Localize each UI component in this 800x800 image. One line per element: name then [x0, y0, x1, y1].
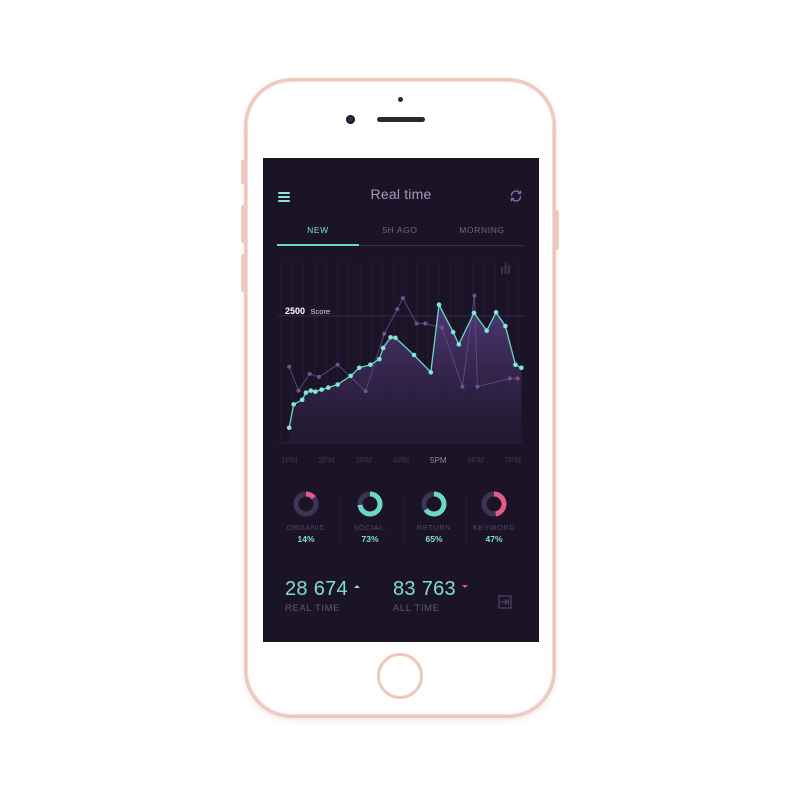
data-point-primary [335, 382, 340, 387]
donut-value: 47% [485, 534, 503, 544]
mute-switch [241, 160, 245, 184]
refresh-icon[interactable] [509, 189, 523, 203]
data-point-primary [319, 387, 324, 392]
data-point-primary [326, 385, 331, 390]
tab-5h-ago[interactable]: 5H AGO [359, 225, 441, 235]
stat-value: 83 763 [393, 578, 468, 601]
data-point-secondary [307, 371, 312, 376]
donut-label: ORGANIC [286, 523, 326, 532]
data-point-primary [303, 390, 309, 395]
earpiece-speaker [377, 117, 425, 122]
x-tick-label: 2PM [318, 456, 335, 465]
donut-chart [357, 491, 383, 517]
donut-keyword[interactable]: KEYWORD 47% [464, 484, 524, 554]
data-point-secondary [515, 376, 520, 381]
data-point-primary [456, 342, 462, 347]
donut-organic[interactable]: ORGANIC 14% [276, 484, 336, 554]
data-point-primary [428, 370, 434, 375]
data-point-primary [299, 397, 305, 403]
donut-label: RETURN [416, 523, 452, 532]
donut-label: SOCIAL. [353, 523, 387, 532]
data-point-primary [513, 362, 518, 368]
data-point-primary [411, 352, 417, 358]
donut-social[interactable]: SOCIAL. 73% [340, 484, 400, 554]
data-point-secondary [423, 321, 428, 326]
score-unit: Score [311, 307, 331, 316]
data-point-primary [286, 425, 292, 431]
stat-label: REAL TIME [285, 603, 341, 614]
stat-all-time: 83 763 ALL TIME [393, 578, 468, 614]
data-point-primary [503, 323, 508, 329]
data-point-secondary [317, 374, 321, 379]
front-camera [346, 115, 355, 124]
data-point-primary [348, 373, 353, 379]
x-tick-label: 6PM [467, 456, 484, 465]
data-point-primary [312, 389, 318, 394]
trend-down-icon [461, 585, 468, 589]
score-annotation: 2500 Score [285, 306, 330, 316]
data-point-secondary [440, 325, 444, 330]
data-point-secondary [507, 376, 512, 381]
donut-label: KEYWORD [472, 523, 516, 532]
data-point-primary [471, 310, 477, 316]
x-tick-label: 7PM [505, 456, 522, 465]
data-point-primary [393, 335, 398, 341]
data-point-primary [484, 328, 490, 333]
realtime-line-chart: 1PM 2PM 3PM 4PM 5PM 6PM 7PM 2500 Score [278, 260, 524, 465]
data-point-secondary [414, 321, 419, 326]
stats-footer: 28 674 REAL TIME 83 763 ALL TIME [263, 578, 539, 628]
score-value: 2500 [285, 306, 305, 316]
proximity-sensor [398, 97, 403, 102]
data-point-secondary [296, 388, 301, 393]
data-point-secondary [382, 331, 387, 336]
data-point-primary [380, 345, 386, 351]
time-tabs: NEW 5H AGO MORNING [277, 221, 523, 246]
trend-up-icon [353, 585, 360, 589]
data-point-secondary [395, 307, 400, 312]
x-tick-label: 4PM [393, 456, 410, 465]
x-tick-label: 3PM [356, 456, 373, 465]
home-button[interactable] [377, 653, 423, 699]
donut-value: 14% [297, 534, 315, 544]
data-point-primary [356, 365, 362, 371]
data-point-secondary [287, 364, 292, 369]
data-point-secondary [400, 296, 405, 301]
active-tab-indicator [277, 244, 359, 246]
donut-chart [293, 491, 319, 517]
donut-return[interactable]: RETURN 65% [404, 484, 464, 554]
donut-chart [421, 491, 447, 517]
data-point-primary [368, 362, 373, 368]
export-icon[interactable] [498, 595, 512, 609]
app-screen: Real time NEW 5H AGO MORNING 1PM 2PM 3PM 4P… [263, 158, 539, 642]
data-point-secondary [363, 389, 368, 394]
data-point-primary [377, 356, 382, 362]
data-point-primary [493, 310, 499, 315]
tab-new[interactable]: NEW [277, 225, 359, 235]
traffic-sources: ORGANIC 14% SOCIAL. 73% RETURN 65% KEYWO… [263, 484, 539, 554]
data-point-primary [308, 388, 314, 393]
data-point-primary [291, 402, 296, 407]
data-point-secondary [460, 384, 465, 389]
stat-value: 28 674 [285, 578, 360, 601]
bar-chart-icon[interactable] [501, 263, 510, 274]
donut-chart [481, 491, 507, 517]
donut-value: 65% [425, 534, 443, 544]
power-button [555, 210, 559, 250]
volume-down-button [241, 254, 245, 292]
volume-up-button [241, 205, 245, 243]
data-point-primary [519, 365, 524, 371]
stat-label: ALL TIME [393, 603, 440, 614]
data-point-secondary [472, 293, 477, 298]
data-point-secondary [335, 362, 340, 367]
donut-value: 73% [361, 534, 379, 544]
x-tick-label: 1PM [281, 456, 298, 465]
data-point-secondary [475, 384, 480, 389]
stat-real-time: 28 674 REAL TIME [285, 578, 360, 614]
data-point-primary [450, 329, 456, 335]
page-title: Real time [370, 186, 432, 202]
data-point-primary [436, 302, 442, 308]
tab-morning[interactable]: MORNING [441, 225, 523, 235]
data-point-primary [388, 334, 393, 340]
x-tick-label: 5PM [430, 456, 447, 465]
